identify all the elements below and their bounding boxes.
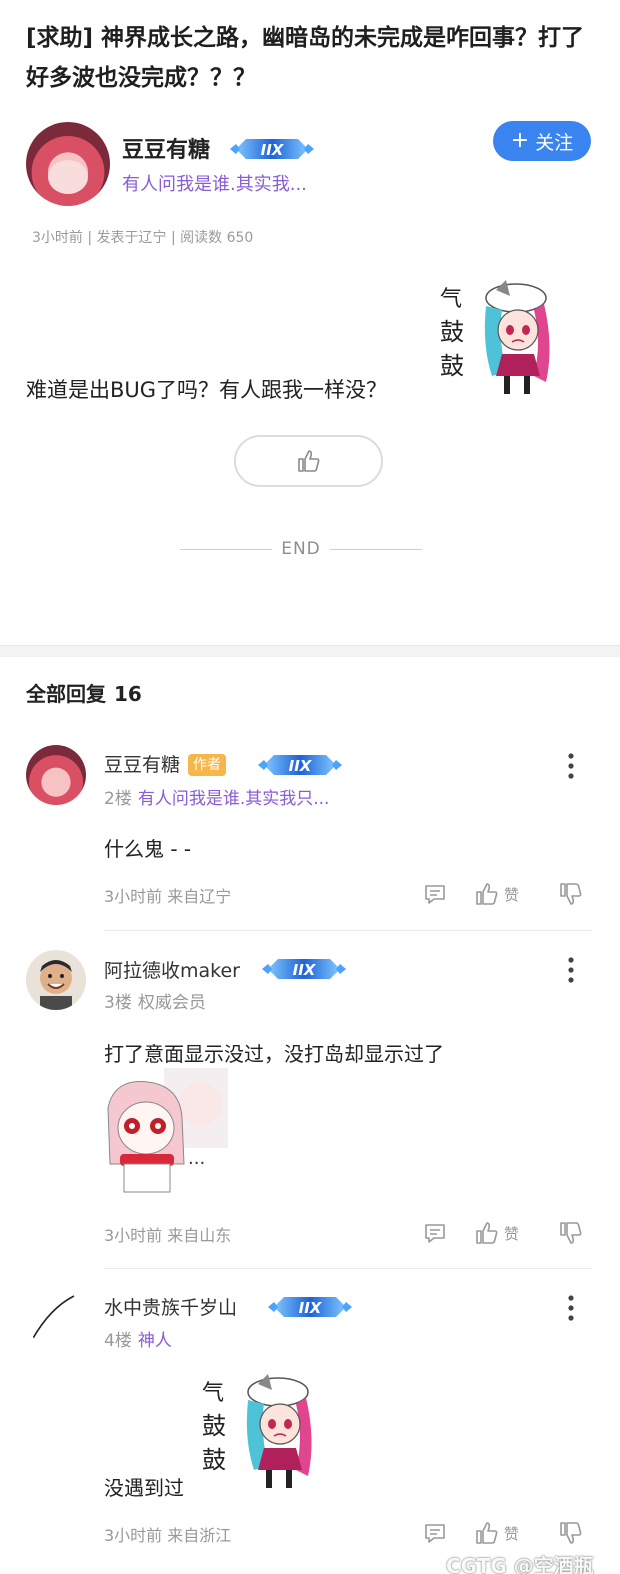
reply-separator	[104, 930, 592, 931]
svg-text:鼓: 鼓	[202, 1412, 226, 1440]
like-label: 赞	[504, 1524, 520, 1543]
comment-button[interactable]	[422, 879, 448, 909]
end-line-right	[330, 548, 422, 550]
reply-signature: 权威会员	[137, 993, 206, 1013]
like-label: 赞	[504, 885, 520, 904]
reply-actions: 赞	[422, 879, 592, 909]
floor-number: 4楼	[104, 1331, 132, 1351]
comment-icon	[425, 1224, 445, 1243]
thumbs-down-icon	[560, 883, 582, 905]
dislike-button[interactable]	[558, 1218, 584, 1248]
replies-header: 全部回复 16	[26, 678, 142, 707]
pink-girl-sticker: ...	[104, 1068, 228, 1194]
reply-actions: 赞	[422, 1218, 592, 1248]
reply-author-name[interactable]: 水中贵族千岁山	[104, 1293, 237, 1320]
post-like-button[interactable]	[234, 435, 383, 487]
post-title: [求助] 神界成长之路，幽暗岛的未完成是咋回事？打了好多波也没完成？？？	[26, 25, 585, 91]
reply-author-label: 豆豆有糖	[104, 754, 181, 776]
reply-meta: 3小时前 来自辽宁	[104, 887, 232, 906]
angry-girl-sticker: 气 鼓 鼓	[436, 276, 558, 400]
reply-floor: 4楼 神人	[104, 1326, 172, 1351]
reply-actions: 赞	[422, 1518, 592, 1548]
reply-signature: 有人问我是谁.其实我只...	[137, 789, 330, 809]
svg-text:IIX: IIX	[293, 961, 317, 979]
reply-floor: 2楼 有人问我是谁.其实我只...	[104, 784, 329, 809]
author-name[interactable]: 豆豆有糖	[122, 132, 210, 164]
plus-icon: +	[510, 128, 530, 153]
svg-text:气: 气	[440, 287, 462, 312]
thumbs-down-icon	[560, 1522, 582, 1544]
author-tag: 作者	[188, 754, 227, 776]
comment-button[interactable]	[422, 1518, 448, 1548]
like-label: 赞	[504, 1224, 520, 1243]
level-badge-icon: IIX	[230, 136, 314, 162]
follow-button[interactable]: + 关注	[493, 121, 591, 161]
reply-signature: 神人	[137, 1331, 172, 1351]
end-label: END	[281, 539, 321, 559]
like-button[interactable]: 赞	[474, 1218, 519, 1248]
reply-content: 什么鬼 - -	[104, 837, 192, 861]
level-badge-icon: IIX	[268, 1294, 352, 1320]
comment-icon	[425, 885, 445, 904]
dislike-button[interactable]	[558, 879, 584, 909]
floor-number: 2楼	[104, 789, 132, 809]
level-badge-icon: IIX	[262, 956, 346, 982]
reply-avatar[interactable]	[26, 745, 86, 805]
comment-button[interactable]	[422, 1218, 448, 1248]
watermark: CGTG @空酒瓶	[446, 1554, 594, 1574]
reply-author-name[interactable]: 阿拉德收maker	[104, 956, 240, 983]
follow-label: 关注	[535, 131, 574, 154]
post-meta: 3小时前 | 发表于辽宁 | 阅读数 650	[32, 230, 254, 246]
more-options-icon[interactable]	[563, 1294, 579, 1322]
dislike-button[interactable]	[558, 1518, 584, 1548]
section-divider	[0, 645, 620, 657]
thumbs-up-icon	[476, 1222, 498, 1244]
comment-icon	[425, 1524, 445, 1543]
thumbs-up-icon	[297, 450, 319, 472]
more-options-icon[interactable]	[563, 956, 579, 984]
svg-text:IIX: IIX	[289, 757, 313, 775]
reply-content: 打了意面显示没过，没打岛却显示过了	[104, 1042, 444, 1066]
thumbs-up-icon	[476, 883, 498, 905]
floor-number: 3楼	[104, 993, 132, 1013]
author-avatar[interactable]	[26, 122, 110, 206]
post-body: 难道是出BUG了吗？有人跟我一样没？	[26, 378, 388, 402]
reply-avatar[interactable]	[26, 1288, 86, 1348]
thumbs-up-icon	[476, 1522, 498, 1544]
post-page: { "post": { "title": "[求助] 神界成长之路，幽暗岛的未完…	[0, 0, 620, 1574]
reply-avatar[interactable]	[26, 950, 86, 1010]
svg-text:鼓: 鼓	[440, 318, 464, 346]
reply-meta: 3小时前 来自浙江	[104, 1526, 232, 1545]
reply-author-name[interactable]: 豆豆有糖 作者	[104, 750, 227, 777]
reply-content: 没遇到过	[104, 1476, 184, 1500]
svg-text:鼓: 鼓	[202, 1446, 226, 1474]
end-marker: END	[180, 537, 422, 561]
replies-label: 全部回复	[26, 682, 106, 706]
thumbs-down-icon	[560, 1222, 582, 1244]
replies-count: 16	[114, 682, 142, 706]
svg-text:气: 气	[202, 1381, 224, 1406]
like-button[interactable]: 赞	[474, 879, 519, 909]
level-badge-icon: IIX	[258, 752, 342, 778]
like-button[interactable]: 赞	[474, 1518, 519, 1548]
svg-text:IIX: IIX	[299, 1299, 323, 1317]
reply-meta: 3小时前 来自山东	[104, 1226, 232, 1245]
svg-text:鼓: 鼓	[440, 352, 464, 380]
svg-text:IIX: IIX	[261, 141, 285, 159]
end-line-left	[180, 548, 272, 550]
reply-floor: 3楼 权威会员	[104, 988, 206, 1013]
author-signature: 有人问我是谁.其实我...	[122, 174, 307, 195]
angry-girl-sticker: 气 鼓 鼓	[198, 1370, 320, 1494]
sticker-ellipsis: ...	[188, 1148, 205, 1169]
reply-separator	[104, 1268, 592, 1269]
more-options-icon[interactable]	[563, 752, 579, 780]
